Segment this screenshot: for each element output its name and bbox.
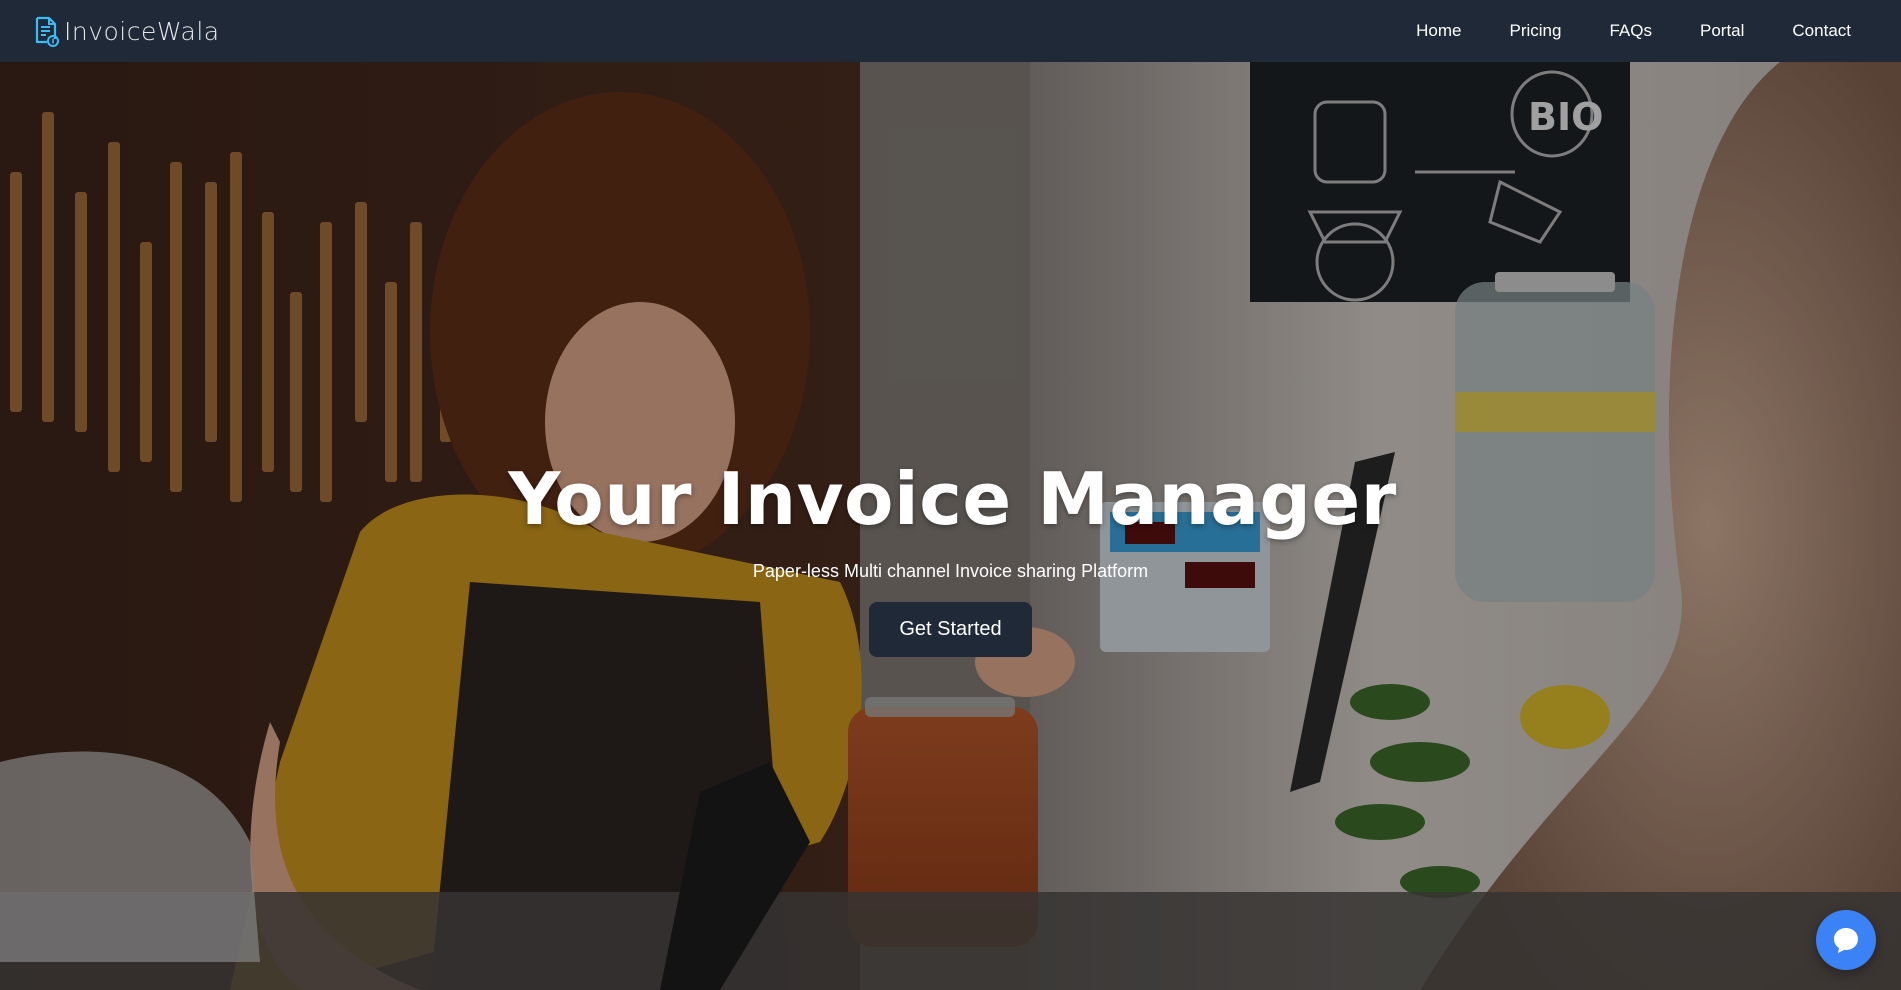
nav-faqs[interactable]: FAQs [1609, 21, 1652, 41]
navbar: InvoiceWala Home Pricing FAQs Portal Con… [0, 0, 1901, 62]
hero-title: Your Invoice Manager [508, 457, 1397, 541]
brand-name: InvoiceWala [64, 16, 220, 46]
brand-logo-link[interactable]: InvoiceWala [32, 15, 220, 47]
nav-portal[interactable]: Portal [1700, 21, 1744, 41]
nav-contact[interactable]: Contact [1792, 21, 1851, 41]
nav-home[interactable]: Home [1416, 21, 1461, 41]
main-nav: Home Pricing FAQs Portal Contact [1416, 21, 1851, 41]
hero-section: BIO Your Invoice Manager Paper-less Mult… [0, 62, 1901, 990]
chat-widget-button[interactable] [1816, 910, 1876, 970]
chat-bubble-icon [1834, 928, 1858, 953]
nav-pricing[interactable]: Pricing [1510, 21, 1562, 41]
invoice-document-icon [35, 16, 59, 47]
get-started-button[interactable]: Get Started [869, 602, 1032, 657]
hero-subtitle: Paper-less Multi channel Invoice sharing… [752, 561, 1149, 581]
hero-content: Your Invoice Manager Paper-less Multi ch… [0, 457, 1901, 657]
